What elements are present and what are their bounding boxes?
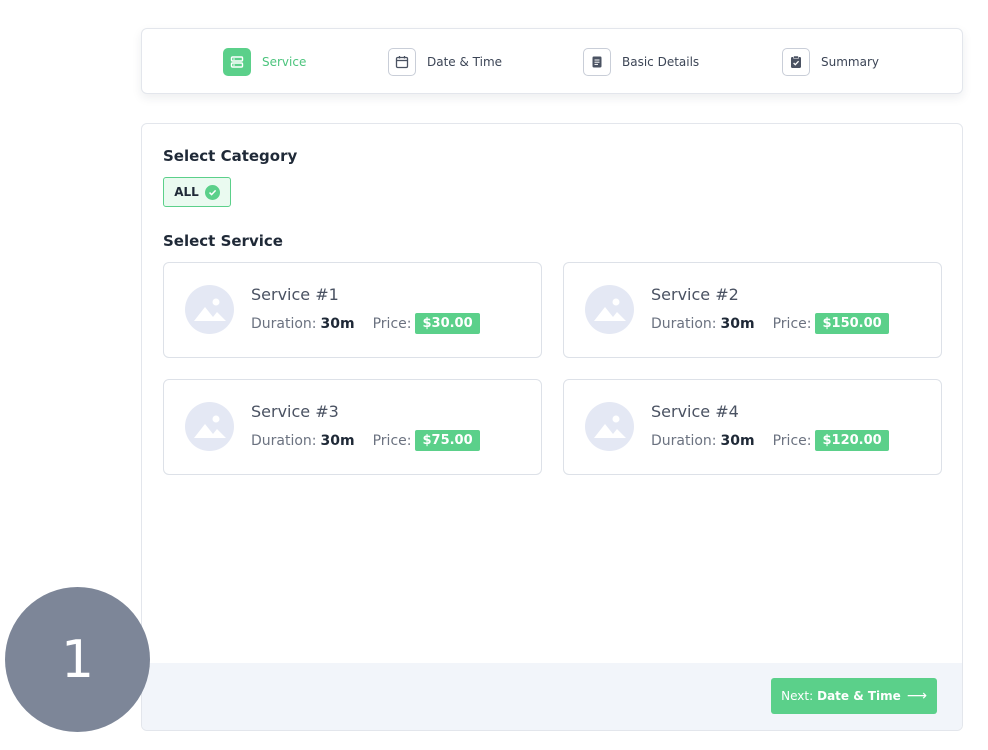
service-meta: Duration: 30m Price: $120.00: [651, 430, 889, 451]
calendar-icon: [388, 48, 416, 76]
server-icon: [223, 48, 251, 76]
image-placeholder-icon: [185, 402, 234, 451]
document-icon: [583, 48, 611, 76]
step-service[interactable]: Service: [223, 48, 306, 76]
step-summary-label: Summary: [821, 55, 879, 69]
step-service-label: Service: [262, 55, 307, 69]
duration-value: 30m: [320, 315, 355, 332]
image-placeholder-icon: [585, 402, 634, 451]
price-badge: $30.00: [415, 313, 480, 334]
next-button[interactable]: Next: Date & Time ⟶: [771, 678, 937, 714]
step-basic-details-label: Basic Details: [622, 55, 700, 69]
duration-label: Duration:: [251, 432, 317, 449]
image-placeholder-icon: [585, 285, 634, 334]
step-date-time-label: Date & Time: [427, 55, 503, 69]
service-meta: Duration: 30m Price: $30.00: [251, 313, 480, 334]
category-chip-label: ALL: [174, 185, 199, 199]
booking-stepper: Service Date & Time Basic Details Summar…: [141, 28, 963, 94]
step-date-time[interactable]: Date & Time: [388, 48, 502, 76]
check-circle-icon: [204, 184, 220, 200]
price-badge: $120.00: [815, 430, 889, 451]
service-meta: Duration: 30m Price: $75.00: [251, 430, 480, 451]
service-card[interactable]: Service #1 Duration: 30m Price: $30.00: [163, 262, 542, 358]
service-name: Service #1: [251, 285, 339, 304]
step-number-badge: 1: [5, 587, 150, 732]
image-placeholder-icon: [185, 285, 234, 334]
duration-value: 30m: [320, 432, 355, 449]
category-chip-all[interactable]: ALL: [163, 177, 231, 207]
arrow-right-icon: ⟶: [906, 688, 927, 704]
service-card[interactable]: Service #2 Duration: 30m Price: $150.00: [563, 262, 942, 358]
step-basic-details[interactable]: Basic Details: [583, 48, 699, 76]
service-card[interactable]: Service #3 Duration: 30m Price: $75.00: [163, 379, 542, 475]
duration-label: Duration:: [651, 432, 717, 449]
booking-panel: Select Category ALL Select Service Servi…: [141, 123, 963, 731]
next-prefix: Next:: [781, 689, 814, 703]
service-meta: Duration: 30m Price: $150.00: [651, 313, 889, 334]
next-target: Date & Time: [817, 689, 901, 703]
clipboard-check-icon: [782, 48, 810, 76]
step-summary[interactable]: Summary: [782, 48, 879, 76]
service-name: Service #2: [651, 285, 739, 304]
service-title: Select Service: [163, 232, 283, 250]
service-card[interactable]: Service #4 Duration: 30m Price: $120.00: [563, 379, 942, 475]
category-title: Select Category: [163, 147, 298, 165]
price-label: Price:: [772, 315, 812, 332]
service-name: Service #3: [251, 402, 339, 421]
duration-label: Duration:: [651, 315, 717, 332]
panel-footer: Next: Date & Time ⟶: [142, 663, 962, 730]
price-label: Price:: [372, 315, 412, 332]
duration-value: 30m: [720, 315, 755, 332]
price-badge: $75.00: [415, 430, 480, 451]
duration-value: 30m: [720, 432, 755, 449]
price-label: Price:: [372, 432, 412, 449]
service-name: Service #4: [651, 402, 739, 421]
price-badge: $150.00: [815, 313, 889, 334]
price-label: Price:: [772, 432, 812, 449]
duration-label: Duration:: [251, 315, 317, 332]
